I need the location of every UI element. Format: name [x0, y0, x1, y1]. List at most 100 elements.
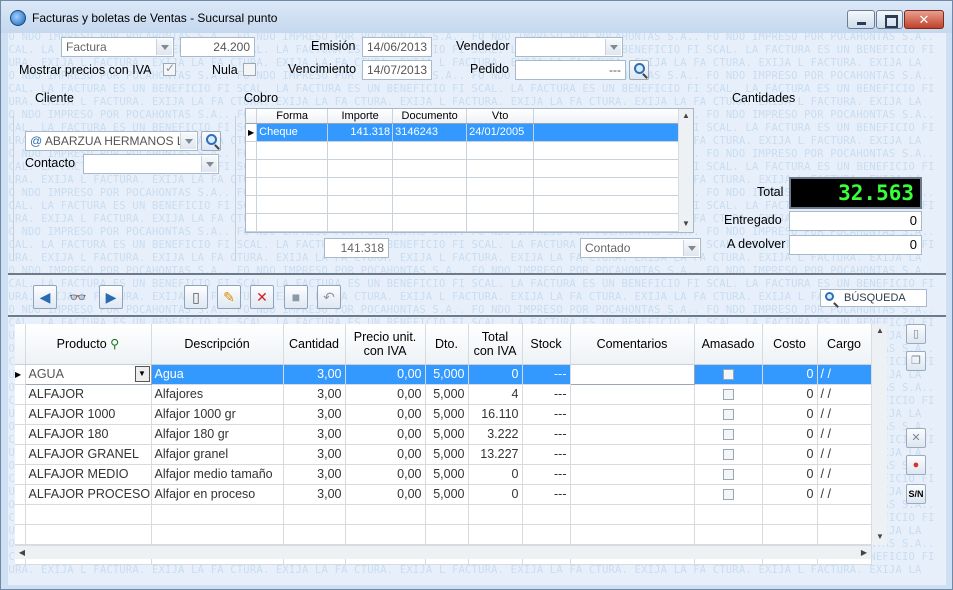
cell-cargo[interactable]: / / — [817, 404, 872, 425]
add-row-button[interactable]: ▯ — [906, 324, 926, 344]
cell-comentarios[interactable] — [570, 404, 695, 425]
cell-costo[interactable]: 0 — [762, 364, 818, 385]
table-row[interactable]: ALFAJOR 180 Alfajor 180 gr 3,00 0,00 5,0… — [15, 424, 872, 445]
cell-precio[interactable]: 0,00 — [345, 444, 426, 465]
scroll-down-icon[interactable]: ▼ — [873, 530, 887, 544]
cell-producto[interactable]: ALFAJOR — [25, 384, 152, 405]
cell-producto[interactable]: ALFAJOR 1000 — [25, 404, 152, 425]
col-cargo[interactable]: Cargo — [817, 324, 872, 365]
cell-comentarios[interactable] — [569, 363, 695, 385]
cell-descripcion[interactable]: Agua — [151, 364, 284, 385]
cell-cantidad[interactable]: 3,00 — [283, 364, 346, 385]
cell-stock[interactable]: --- — [522, 484, 571, 505]
cell-dto[interactable]: 5,000 — [425, 384, 469, 405]
table-row[interactable]: ALFAJOR 1000 Alfajor 1000 gr 3,00 0,00 5… — [15, 404, 872, 425]
find-button[interactable]: 👓 — [66, 285, 90, 309]
cell-amasado[interactable] — [694, 404, 763, 425]
cell-amasado[interactable] — [694, 444, 763, 465]
cell-comentarios[interactable] — [570, 444, 695, 465]
cell-comentarios[interactable] — [570, 384, 695, 405]
col-precio[interactable]: Precio unit. con IVA — [345, 324, 426, 365]
cobro-cell-vto[interactable]: 24/01/2005 — [466, 123, 535, 142]
cell-stock[interactable]: --- — [522, 424, 571, 445]
cell-cargo[interactable]: / / — [817, 444, 872, 465]
cell-descripcion[interactable]: Alfajor 1000 gr — [151, 404, 284, 425]
products-hscrollbar[interactable]: ◀ ▶ — [15, 545, 871, 559]
cell-precio[interactable]: 0,00 — [345, 484, 426, 505]
scroll-down-icon[interactable]: ▼ — [679, 217, 693, 231]
amasado-checkbox[interactable] — [722, 369, 734, 381]
cell-total[interactable]: 3.222 — [468, 424, 523, 445]
doc-number-field[interactable]: 24.200 — [180, 37, 255, 57]
save-button[interactable]: ■ — [284, 285, 308, 309]
col-stock[interactable]: Stock — [522, 324, 571, 365]
cell-costo[interactable]: 0 — [762, 444, 818, 465]
cell-total[interactable]: 4 — [468, 384, 523, 405]
emision-date-field[interactable]: 14/06/2013 — [362, 37, 432, 57]
cell-cantidad[interactable]: 3,00 — [283, 464, 346, 485]
col-costo[interactable]: Costo — [762, 324, 818, 365]
close-button[interactable]: ✕ — [904, 10, 944, 29]
multi-select-button[interactable]: ● — [906, 455, 926, 475]
cell-dto[interactable]: 5,000 — [425, 424, 469, 445]
col-amasado[interactable]: Amasado — [694, 324, 763, 365]
scroll-up-icon[interactable]: ▲ — [873, 324, 887, 338]
producto-select[interactable]: AGUA ▼ — [24, 363, 152, 385]
cell-producto[interactable]: ALFAJOR 180 — [25, 424, 152, 445]
cell-descripcion[interactable]: Alfajor granel — [151, 444, 284, 465]
cell-cargo[interactable]: / / — [817, 484, 872, 505]
col-descripcion[interactable]: Descripción — [151, 324, 284, 365]
nula-checkbox[interactable] — [243, 63, 256, 76]
doc-type-select[interactable]: Factura — [61, 37, 174, 57]
cell-total[interactable]: 13.227 — [468, 444, 523, 465]
cell-precio[interactable]: 0,00 — [345, 364, 426, 385]
cell-dto[interactable]: 5,000 — [425, 404, 469, 425]
scroll-right-icon[interactable]: ▶ — [857, 546, 871, 560]
vendedor-select[interactable] — [515, 37, 623, 57]
cobro-row[interactable]: ▶ Cheque 141.318 3146243 24/01/2005 — [246, 123, 689, 142]
table-row[interactable]: ALFAJOR GRANEL Alfajor granel 3,00 0,00 … — [15, 444, 872, 465]
cell-total[interactable]: 0 — [468, 484, 523, 505]
cell-descripcion[interactable]: Alfajor medio tamaño — [151, 464, 284, 485]
cell-total[interactable]: 16.110 — [468, 404, 523, 425]
table-row[interactable]: ALFAJOR MEDIO Alfajor medio tamaño 3,00 … — [15, 464, 872, 485]
vencimiento-date-field[interactable]: 14/07/2013 — [362, 60, 432, 80]
title-bar[interactable]: Facturas y boletas de Ventas - Sucursal … — [1, 1, 952, 33]
scroll-up-icon[interactable]: ▲ — [679, 109, 693, 123]
cell-dto[interactable]: 5,000 — [425, 364, 469, 385]
cell-cantidad[interactable]: 3,00 — [283, 384, 346, 405]
contacto-select[interactable] — [83, 154, 219, 174]
cell-cantidad[interactable]: 3,00 — [283, 424, 346, 445]
amasado-checkbox[interactable] — [722, 429, 734, 441]
cobro-row[interactable] — [246, 213, 689, 232]
table-row[interactable]: ALFAJOR Alfajores 3,00 0,00 5,000 4 --- … — [15, 384, 872, 405]
cell-costo[interactable]: 0 — [762, 384, 818, 405]
cobro-scrollbar[interactable]: ▲ ▼ — [678, 109, 693, 232]
cell-producto[interactable]: ALFAJOR MEDIO — [25, 464, 152, 485]
next-record-button[interactable]: ▶ — [99, 285, 123, 309]
cobro-col-importe[interactable]: Importe — [327, 109, 394, 124]
cobro-col-forma[interactable]: Forma — [256, 109, 329, 124]
cell-total[interactable]: 0 — [468, 364, 523, 385]
cliente-search-button[interactable] — [201, 131, 221, 151]
maximize-button[interactable] — [876, 10, 903, 29]
cliente-select[interactable]: @ ABARZUA HERMANOS L — [25, 131, 198, 151]
table-row[interactable] — [15, 504, 872, 525]
col-comentarios[interactable]: Comentarios — [570, 324, 695, 365]
delete-button[interactable]: ✕ — [250, 285, 274, 309]
cell-amasado[interactable] — [694, 484, 763, 505]
pedido-field[interactable]: --- — [515, 60, 626, 80]
prev-record-button[interactable]: ◀ — [33, 285, 57, 309]
cell-amasado[interactable] — [694, 384, 763, 405]
pedido-search-button[interactable] — [629, 60, 649, 80]
entregado-field[interactable]: 0 — [789, 211, 922, 231]
cobro-row[interactable] — [246, 177, 689, 196]
table-row[interactable] — [15, 524, 872, 545]
amasado-checkbox[interactable] — [722, 469, 734, 481]
cobro-cell-importe[interactable]: 141.318 — [327, 123, 394, 142]
cell-cargo[interactable]: / / — [817, 384, 872, 405]
col-total[interactable]: Total con IVA — [468, 324, 523, 365]
cell-amasado[interactable] — [694, 364, 763, 385]
cell-precio[interactable]: 0,00 — [345, 404, 426, 425]
cell-cantidad[interactable]: 3,00 — [283, 404, 346, 425]
